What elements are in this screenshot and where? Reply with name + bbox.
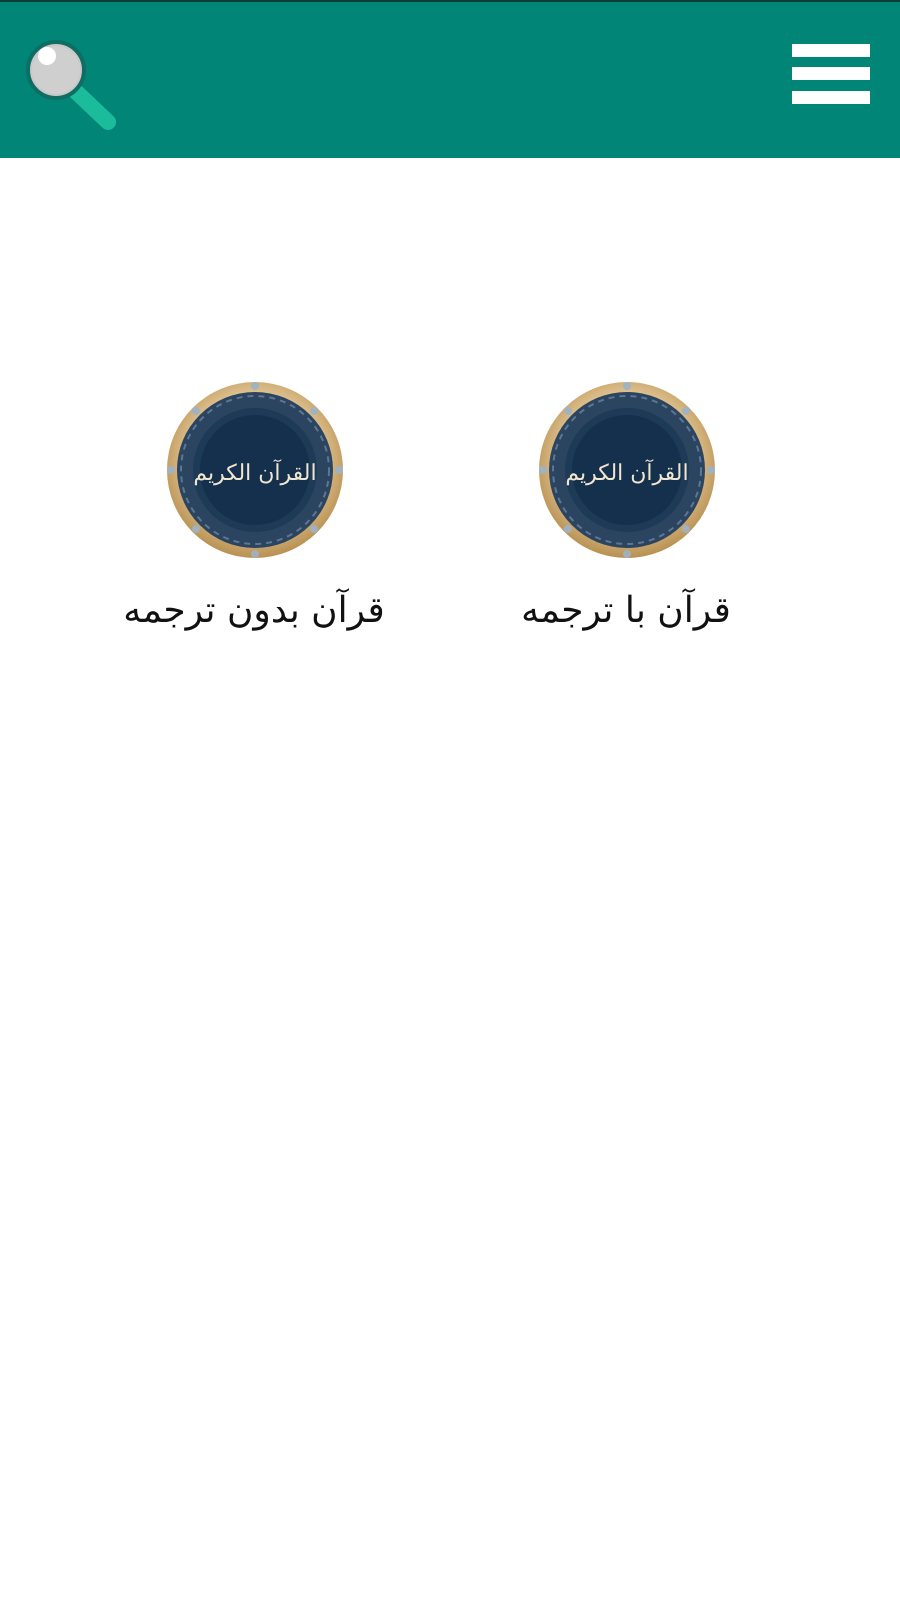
svg-text:القرآن الكريم: القرآن الكريم — [193, 459, 316, 486]
quran-with-translation-tile[interactable]: القرآن الكريم قرآن با ترجمه — [476, 380, 776, 670]
app-bar — [0, 0, 900, 158]
quran-without-translation-tile[interactable]: القرآن الكريم قرآن بدون ترجمه — [104, 380, 404, 670]
search-icon — [26, 40, 116, 130]
quran-medallion-icon: القرآن الكريم — [539, 382, 715, 558]
search-button[interactable] — [22, 36, 122, 136]
tile-label: قرآن بدون ترجمه — [123, 590, 385, 631]
menu-button[interactable] — [792, 44, 870, 104]
hamburger-menu-icon — [792, 44, 870, 104]
tile-label: قرآن با ترجمه — [521, 590, 731, 631]
svg-text:القرآن الكريم: القرآن الكريم — [565, 459, 688, 486]
quran-medallion-icon: القرآن الكريم — [167, 382, 343, 558]
main-content: القرآن الكريم قرآن بدون ترجمه القرآن الك… — [0, 158, 900, 1600]
